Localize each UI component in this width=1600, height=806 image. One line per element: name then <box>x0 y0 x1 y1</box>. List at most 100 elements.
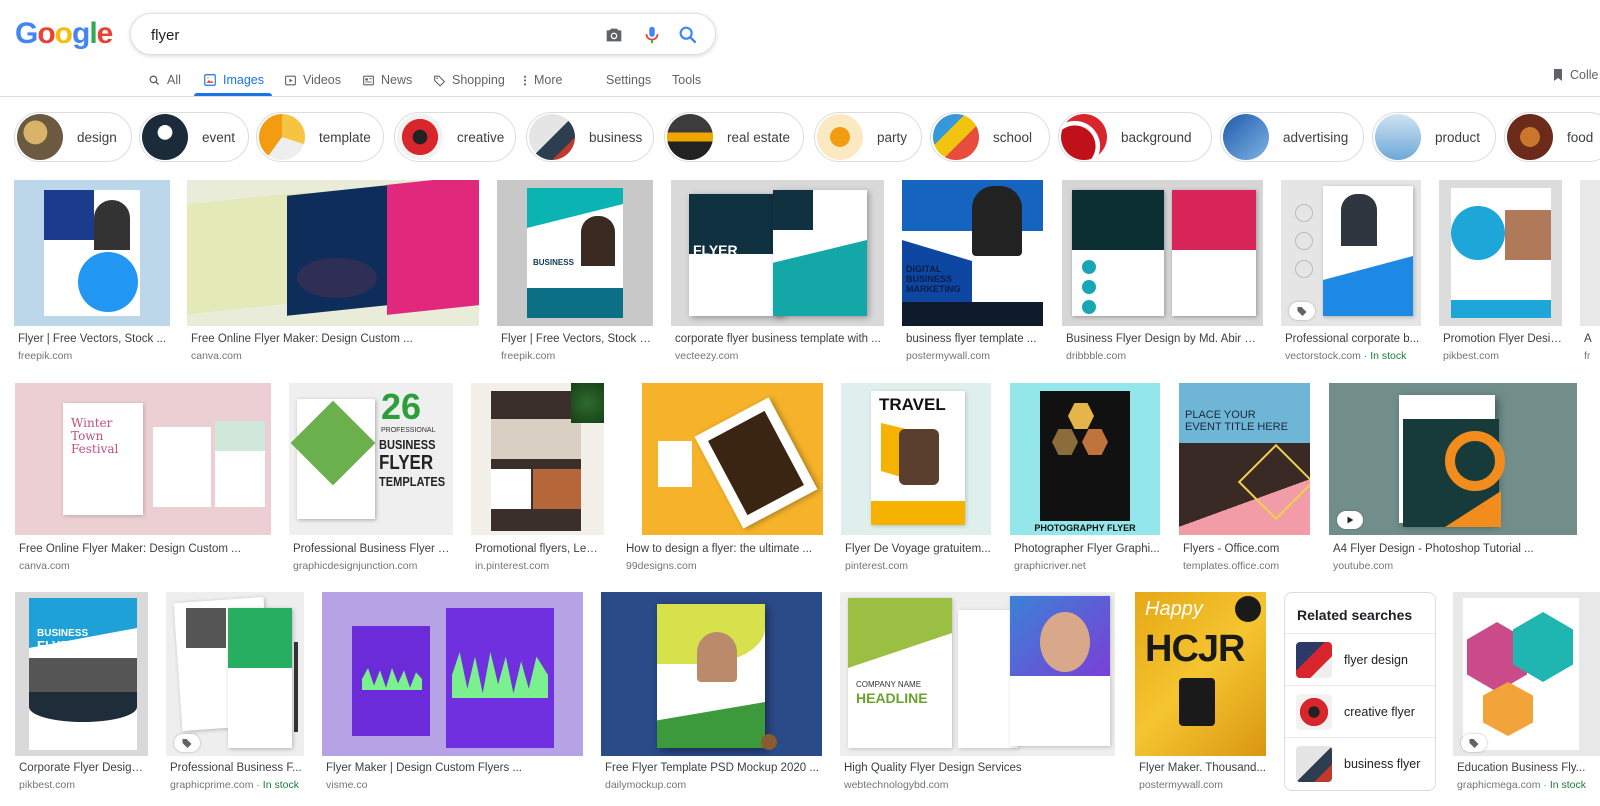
tab-label: More <box>534 73 563 87</box>
result-image <box>601 592 822 756</box>
result-title: Free Online Flyer Maker: Design Custom .… <box>19 543 241 555</box>
chip-label: template <box>319 129 371 145</box>
tag-icon <box>434 75 446 87</box>
chip-school[interactable]: school <box>930 112 1050 162</box>
collections-link[interactable]: Colle <box>1552 68 1599 82</box>
result-source: postermywall.com <box>906 350 1041 362</box>
image-result[interactable]: Education Business Fly... graphicmega.co… <box>1453 592 1600 792</box>
chip-advertising[interactable]: advertising <box>1220 112 1364 162</box>
camera-icon[interactable] <box>601 22 627 48</box>
play-icon <box>285 75 296 85</box>
image-result[interactable]: A4 Flyer Design - Photoshop Tutorial ...… <box>1329 383 1577 573</box>
tab-images[interactable]: Images <box>203 68 264 92</box>
tab-shopping[interactable]: Shopping <box>433 68 505 92</box>
related-search-item[interactable]: flyer design <box>1285 633 1435 686</box>
image-result[interactable]: BUSINESS Flyer | Free Vectors, Stock P..… <box>497 180 653 362</box>
chip-thumbnail <box>1375 114 1421 160</box>
search-icon[interactable] <box>675 22 701 48</box>
result-title: Flyer | Free Vectors, Stock ... <box>18 333 167 345</box>
chip-food[interactable]: food <box>1504 112 1600 162</box>
chip-party[interactable]: party <box>814 112 922 162</box>
image-result[interactable]: Flyer | Free Vectors, Stock ... freepik.… <box>14 180 170 362</box>
image-result[interactable]: PLACE YOUR EVENT TITLE HERE Flyers - Off… <box>1179 383 1310 573</box>
chip-design[interactable]: design <box>14 112 132 162</box>
settings-link[interactable]: Settings <box>606 68 651 92</box>
image-text: DIGITAL <box>906 264 942 274</box>
image-text: TRAVEL <box>879 395 946 414</box>
image-result[interactable]: BUSINESS FLYER Corporate Flyer Design ..… <box>15 592 148 792</box>
tab-news[interactable]: News <box>362 68 412 92</box>
related-thumbnail <box>1296 746 1332 782</box>
image-result[interactable]: FLYER corporate flyer business template … <box>671 180 884 362</box>
result-source: freepik.com <box>501 350 651 362</box>
image-result[interactable]: DIGITAL BUSINESS MARKETING business flye… <box>902 180 1043 362</box>
result-image <box>622 383 823 535</box>
chip-thumbnail <box>142 114 188 160</box>
result-title: Flyer Maker. Thousand... <box>1139 762 1266 774</box>
result-image: BUSINESS <box>497 180 653 326</box>
image-result[interactable]: A fr <box>1580 180 1600 362</box>
chip-business[interactable]: business <box>526 112 654 162</box>
image-text: FLYER <box>37 638 79 653</box>
tab-all[interactable]: All <box>148 68 181 92</box>
chip-thumbnail <box>667 114 713 160</box>
tools-link[interactable]: Tools <box>672 68 701 92</box>
result-image: BUSINESS FLYER <box>15 592 148 756</box>
result-title: Corporate Flyer Design ... <box>19 762 148 774</box>
image-result[interactable]: PHOTOGRAPHY FLYER Photographer Flyer Gra… <box>1010 383 1160 573</box>
chip-event[interactable]: event <box>139 112 249 162</box>
tag-icon <box>1297 307 1307 316</box>
source-domain: fr <box>1584 350 1591 362</box>
image-result[interactable]: COMPANY NAME HEADLINE High Quality Flyer… <box>840 592 1115 792</box>
image-result[interactable]: Business Flyer Design by Md. Abir H... d… <box>1062 180 1263 362</box>
chip-product[interactable]: product <box>1372 112 1496 162</box>
chip-real-estate[interactable]: real estate <box>664 112 804 162</box>
related-search-item[interactable]: creative flyer <box>1285 685 1435 738</box>
result-title: Photographer Flyer Graphi... <box>1014 543 1160 555</box>
tab-more[interactable]: More <box>522 68 562 92</box>
image-result[interactable]: How to design a flyer: the ultimate ... … <box>622 383 823 573</box>
result-source: youtube.com <box>1333 560 1577 572</box>
logo-letter: l <box>89 17 97 50</box>
chip-thumbnail <box>1061 114 1107 160</box>
result-source: pinterest.com <box>845 560 991 572</box>
image-result[interactable]: Professional corporate b... vectorstock.… <box>1281 180 1421 362</box>
image-result[interactable]: Promotional flyers, Lea... in.pinterest.… <box>471 383 604 573</box>
image-text: HEADLINE <box>856 690 928 706</box>
result-source: visme.co <box>326 779 583 791</box>
tab-videos[interactable]: Videos <box>284 68 341 92</box>
result-source: vectorstock.com · In stock <box>1285 350 1407 362</box>
result-image: COMPANY NAME HEADLINE <box>840 592 1115 756</box>
image-result[interactable]: Free Flyer Template PSD Mockup 2020 ... … <box>601 592 822 792</box>
result-image <box>471 383 604 535</box>
image-result[interactable]: Flyer Maker | Design Custom Flyers ... v… <box>322 592 583 792</box>
chip-creative[interactable]: creative <box>394 112 516 162</box>
result-source: canva.com <box>19 560 269 572</box>
related-search-label: business flyer <box>1344 757 1421 771</box>
image-result[interactable]: TRAVEL Flyer De Voyage gratuitem... pint… <box>841 383 991 573</box>
source-domain: canva.com <box>191 350 242 362</box>
header-divider <box>0 96 1600 97</box>
image-result[interactable]: Professional Business F... graphicprime.… <box>166 592 304 792</box>
search-input[interactable] <box>149 22 573 48</box>
source-domain: dailymockup.com <box>605 779 687 791</box>
play-icon <box>1347 516 1354 524</box>
image-result[interactable]: Promotion Flyer Design... pikbest.com <box>1439 180 1562 362</box>
chip-background[interactable]: background <box>1058 112 1212 162</box>
result-image: DIGITAL BUSINESS MARKETING <box>902 180 1043 326</box>
chip-label: creative <box>457 129 505 145</box>
result-title: Flyer De Voyage gratuitem... <box>845 543 991 555</box>
related-search-item[interactable]: business flyer <box>1285 737 1435 790</box>
image-result[interactable]: Free Online Flyer Maker: Design Custom .… <box>187 180 479 362</box>
result-image <box>14 180 170 326</box>
result-source: dribbble.com <box>1066 350 1261 362</box>
chip-template[interactable]: template <box>256 112 384 162</box>
image-result[interactable]: Winter Town Festival Free Online Flyer M… <box>15 383 271 573</box>
result-title: Promotion Flyer Design... <box>1443 333 1562 345</box>
image-result[interactable]: Happy HCJR Flyer Maker. Thousand... post… <box>1135 592 1266 792</box>
image-result[interactable]: 26 PROFESSIONAL BUSINESS FLYER TEMPLATES… <box>289 383 453 573</box>
google-logo[interactable]: Google <box>15 16 113 52</box>
source-domain: in.pinterest.com <box>475 560 550 572</box>
source-domain: freepik.com <box>18 350 73 362</box>
microphone-icon[interactable] <box>639 22 665 48</box>
